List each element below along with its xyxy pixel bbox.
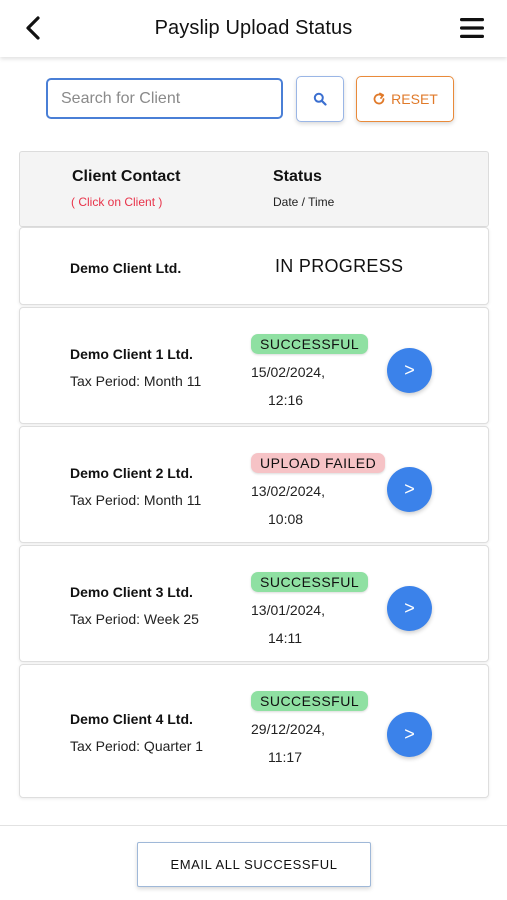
reset-label: RESET: [391, 91, 438, 107]
table-header: Client Contact ( Click on Client ) Statu…: [19, 151, 489, 227]
tax-period: Tax Period: Month 11: [70, 373, 202, 389]
view-details-button[interactable]: >: [387, 467, 432, 512]
menu-button[interactable]: [459, 16, 485, 40]
status-badge: SUCCESSFUL: [251, 572, 369, 592]
client-name-link[interactable]: Demo Client 4 Ltd.: [70, 711, 193, 727]
table-row: Demo Client Ltd. IN PROGRESS: [19, 227, 489, 305]
table-row: Demo Client 2 Ltd. Tax Period: Month 11 …: [19, 426, 489, 543]
view-details-button[interactable]: >: [387, 586, 432, 631]
search-icon: [313, 92, 327, 106]
column-header-status: Status: [273, 168, 322, 185]
client-name-link[interactable]: Demo Client 2 Ltd.: [70, 465, 193, 481]
search-button[interactable]: [296, 76, 344, 122]
table-row: Demo Client 1 Ltd. Tax Period: Month 11 …: [19, 307, 489, 424]
reset-button[interactable]: RESET: [356, 76, 454, 122]
column-header-client-contact: Client Contact: [72, 168, 181, 185]
tax-period: Tax Period: Month 11: [70, 492, 202, 508]
tax-period: Tax Period: Week 25: [70, 611, 199, 627]
status-date: 15/02/2024,: [251, 364, 325, 380]
status-text: IN PROGRESS: [275, 256, 404, 276]
status-badge: SUCCESSFUL: [251, 691, 369, 711]
status-time: 11:17: [268, 749, 302, 765]
refresh-icon: [373, 92, 385, 105]
status-date: 29/12/2024,: [251, 721, 325, 737]
client-name-link[interactable]: Demo Client 1 Ltd.: [70, 346, 193, 362]
status-date: 13/01/2024,: [251, 602, 325, 618]
client-name-link[interactable]: Demo Client Ltd.: [70, 260, 181, 276]
column-header-date-time: Date / Time: [273, 195, 335, 209]
status-badge: SUCCESSFUL: [251, 334, 369, 354]
search-input[interactable]: [46, 78, 283, 119]
back-button[interactable]: [20, 14, 48, 42]
hamburger-menu-icon: [460, 18, 484, 38]
status-badge: UPLOAD FAILED: [251, 453, 386, 473]
view-details-button[interactable]: >: [387, 348, 432, 393]
status-time: 10:08: [268, 511, 304, 527]
page-title: Payslip Upload Status: [154, 17, 353, 39]
tax-period: Tax Period: Quarter 1: [70, 738, 204, 754]
client-name-link[interactable]: Demo Client 3 Ltd.: [70, 584, 193, 600]
footer-bar: EMAIL ALL SUCCESSFUL: [0, 825, 507, 900]
chevron-left-icon: [26, 16, 40, 40]
status-time: 12:16: [268, 392, 304, 408]
view-details-button[interactable]: >: [387, 712, 432, 757]
table-row: Demo Client 3 Ltd. Tax Period: Week 25 S…: [19, 545, 489, 662]
click-on-client-hint: ( Click on Client ): [71, 195, 163, 209]
status-time: 14:11: [268, 630, 302, 646]
app-header: Payslip Upload Status: [0, 0, 507, 57]
table-row: Demo Client 4 Ltd. Tax Period: Quarter 1…: [19, 664, 489, 798]
status-date: 13/02/2024,: [251, 483, 325, 499]
email-all-successful-button[interactable]: EMAIL ALL SUCCESSFUL: [137, 842, 371, 887]
